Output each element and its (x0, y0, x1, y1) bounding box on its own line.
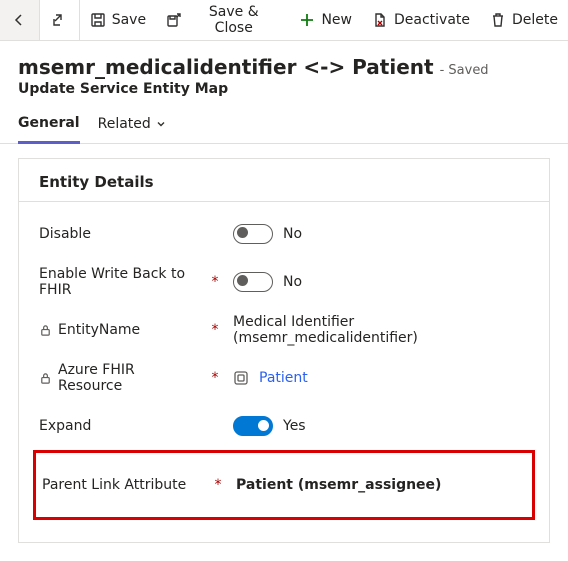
write-back-label: Enable Write Back to FHIR (39, 266, 197, 298)
plus-icon (299, 12, 315, 28)
parent-link-label: Parent Link Attribute (42, 477, 186, 493)
tab-general-label: General (18, 115, 80, 131)
disable-label: Disable (39, 226, 91, 242)
tab-general[interactable]: General (18, 115, 80, 144)
field-expand: Expand Yes (39, 402, 529, 450)
tab-related-label: Related (98, 116, 151, 132)
entity-details-section: Entity Details Disable No Enable Write B… (18, 158, 550, 543)
field-parent-link-attribute: Parent Link Attribute * Patient (msemr_a… (33, 450, 535, 520)
record-title: msemr_medicalidentifier <-> Patient (18, 55, 434, 79)
field-entity-name: EntityName * Medical Identifier (msemr_m… (39, 306, 529, 354)
required-asterisk: * (205, 274, 225, 290)
required-asterisk: * (205, 370, 225, 386)
new-button[interactable]: New (289, 0, 362, 40)
required-asterisk: * (208, 477, 228, 493)
expand-label: Expand (39, 418, 91, 434)
command-bar: Save Save & Close New Deactivate Delete (0, 0, 568, 41)
fhir-resource-label: Azure FHIR Resource (58, 362, 197, 394)
fhir-resource-link[interactable]: Patient (259, 370, 308, 386)
save-close-icon (166, 12, 182, 28)
save-close-label: Save & Close (188, 4, 279, 36)
entity-name-label: EntityName (58, 322, 140, 338)
field-fhir-resource: Azure FHIR Resource * Patient (39, 354, 529, 402)
save-label: Save (112, 12, 146, 28)
saved-status: - Saved (440, 63, 489, 78)
lock-icon (39, 372, 52, 385)
delete-button[interactable]: Delete (480, 0, 568, 40)
page-root: Save Save & Close New Deactivate Delete … (0, 0, 568, 543)
deactivate-button[interactable]: Deactivate (362, 0, 480, 40)
open-record-set-button[interactable] (40, 0, 80, 40)
trash-icon (490, 12, 506, 28)
delete-label: Delete (512, 12, 558, 28)
parent-link-value[interactable]: Patient (msemr_assignee) (236, 477, 441, 493)
expand-toggle[interactable] (233, 416, 273, 436)
write-back-toggle[interactable] (233, 272, 273, 292)
back-icon (11, 12, 27, 28)
lock-icon (39, 324, 52, 337)
expand-value: Yes (283, 418, 311, 434)
open-new-window-icon (51, 12, 67, 28)
chevron-down-icon (155, 118, 167, 130)
entity-name-value: Medical Identifier (msemr_medicalidentif… (233, 314, 529, 346)
write-back-value: No (283, 274, 311, 290)
new-label: New (321, 12, 352, 28)
required-asterisk: * (205, 322, 225, 338)
tab-list: General Related (0, 97, 568, 144)
deactivate-label: Deactivate (394, 12, 470, 28)
form-name: Update Service Entity Map (18, 81, 550, 97)
save-icon (90, 12, 106, 28)
disable-toggle[interactable] (233, 224, 273, 244)
form-header: msemr_medicalidentifier <-> Patient - Sa… (0, 41, 568, 97)
section-title: Entity Details (19, 159, 549, 202)
tab-related[interactable]: Related (98, 115, 167, 143)
save-and-close-button[interactable]: Save & Close (156, 0, 289, 40)
back-button[interactable] (0, 0, 40, 40)
save-button[interactable]: Save (80, 0, 156, 40)
disable-value: No (283, 226, 311, 242)
entity-icon (233, 370, 249, 386)
field-write-back: Enable Write Back to FHIR * No (39, 258, 529, 306)
field-disable: Disable No (39, 210, 529, 258)
deactivate-icon (372, 12, 388, 28)
